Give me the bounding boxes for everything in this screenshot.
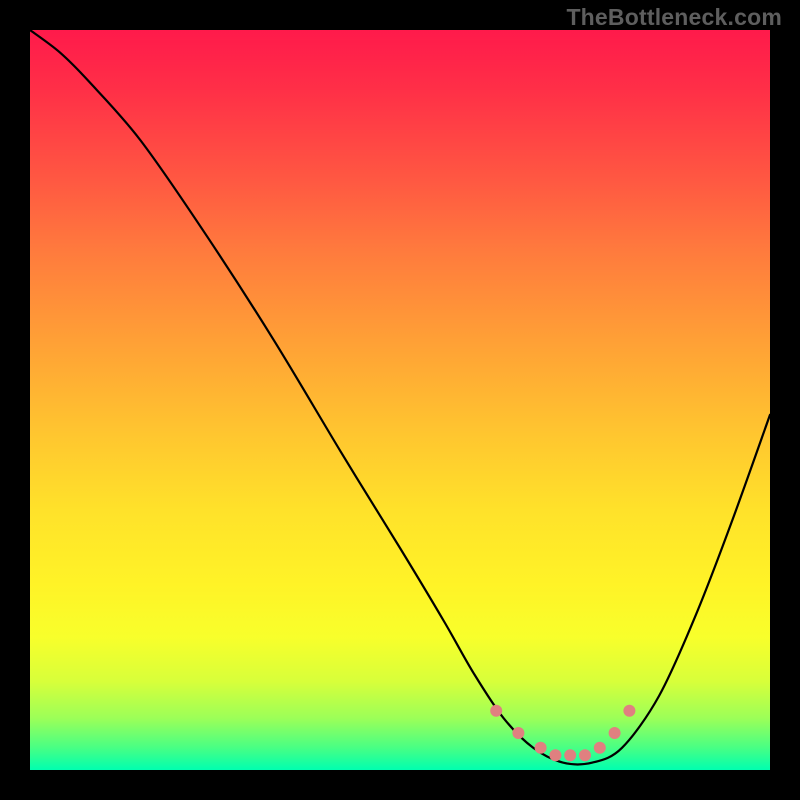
- valley-marker-dot: [579, 749, 591, 761]
- valley-marker-dot: [512, 727, 524, 739]
- plot-area: [30, 30, 770, 770]
- chart-stage: TheBottleneck.com: [0, 0, 800, 800]
- valley-marker-dot: [623, 705, 635, 717]
- watermark-text: TheBottleneck.com: [566, 4, 782, 31]
- valley-marker-dot: [594, 742, 606, 754]
- valley-marker-dot: [490, 705, 502, 717]
- valley-markers-group: [490, 705, 635, 761]
- bottleneck-curve-line: [30, 30, 770, 764]
- curve-layer: [30, 30, 770, 770]
- valley-marker-dot: [564, 749, 576, 761]
- valley-marker-dot: [549, 749, 561, 761]
- valley-marker-dot: [535, 742, 547, 754]
- valley-marker-dot: [609, 727, 621, 739]
